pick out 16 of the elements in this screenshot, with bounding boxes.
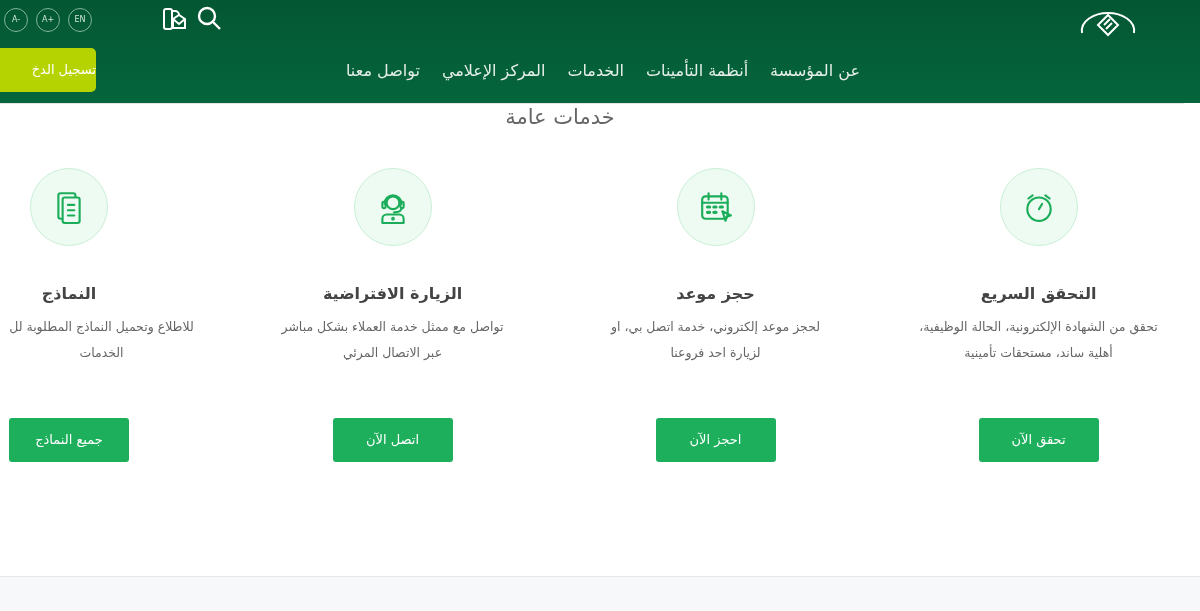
service-description: لحجز موعد إلكتروني، خدمة اتصل بي، او لزيارة احد فروعنا xyxy=(610,318,821,363)
service-title: الزيارة الافتراضية xyxy=(322,283,463,305)
service-title: التحقق السريع xyxy=(980,283,1097,305)
calendar-icon xyxy=(698,190,733,224)
section-title: خدمات عامة xyxy=(504,104,616,130)
nav-link[interactable]: أنظمة التأمينات xyxy=(645,58,749,83)
service-title: النماذج xyxy=(41,283,97,305)
nav-link[interactable]: المركز الإعلامي xyxy=(441,58,546,83)
service-description: للاطلاع وتحميل النماذج المطلوبة لل الخدمات xyxy=(8,318,195,362)
search-icon[interactable] xyxy=(196,5,222,31)
service-description: تواصل مع ممثل خدمة العملاء بشكل مباشر عبر الاتصال المرئي xyxy=(281,318,504,363)
nav-link[interactable]: الخدمات xyxy=(567,58,624,83)
service-description: تحقق من الشهادة الإلكترونية، الحالة الوظيفية، أهلية ساند، مستحقات تأمينية xyxy=(919,318,1158,362)
nav-link[interactable]: عن المؤسسة xyxy=(770,58,860,83)
nav-link[interactable]: تواصل معنا xyxy=(345,58,420,83)
service-title: حجز موعد xyxy=(676,283,755,305)
